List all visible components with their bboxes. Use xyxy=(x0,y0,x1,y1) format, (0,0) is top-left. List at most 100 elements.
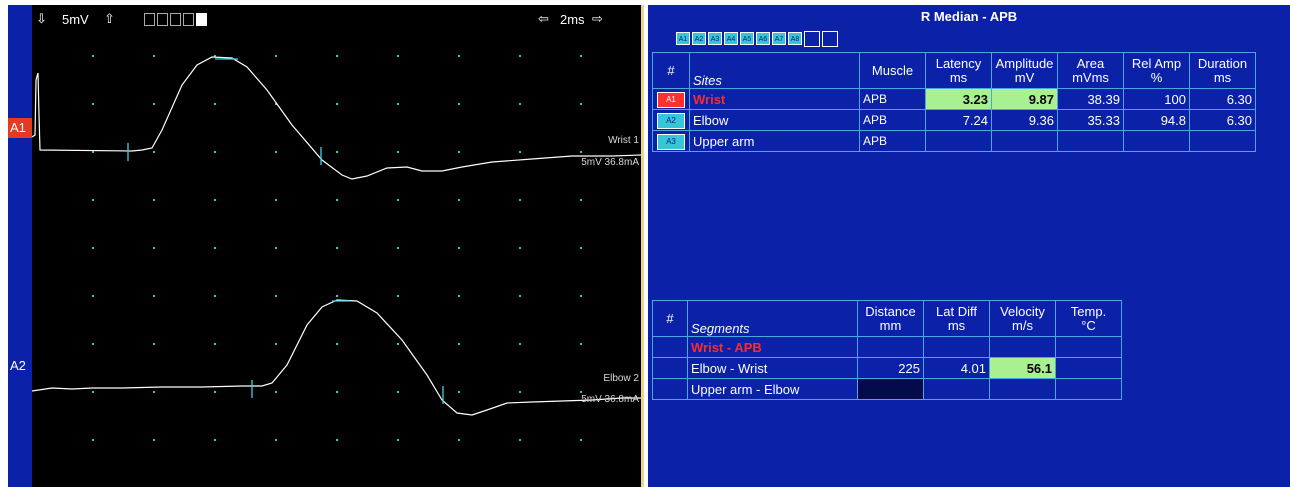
grid-dot xyxy=(336,439,338,441)
grid-dot xyxy=(153,151,155,153)
grid-dot xyxy=(92,247,94,249)
channel-label-a2[interactable]: A2 xyxy=(8,356,32,376)
page-box-5 xyxy=(196,13,207,26)
page-boxes[interactable] xyxy=(144,13,207,26)
header-lat-diff: Lat Diff ms xyxy=(923,300,990,337)
site-latency[interactable]: 3.23 xyxy=(925,88,992,110)
segment-lat-diff xyxy=(923,336,990,358)
grid-dot xyxy=(153,199,155,201)
grid-dot xyxy=(580,439,582,441)
segment-temp[interactable] xyxy=(1055,357,1122,379)
page-box-1 xyxy=(144,13,155,26)
trace1-settings: 5mV 36.8mA xyxy=(581,157,639,168)
site-button-bar: A1 A2 A3 A4 A5 A6 A7 A8 xyxy=(676,31,838,47)
table-row[interactable]: Elbow - Wrist 225 4.01 56.1 xyxy=(652,357,1122,379)
grid-dot xyxy=(92,391,94,393)
grid-dot xyxy=(519,439,521,441)
grid-dot xyxy=(458,439,460,441)
site-button-a1[interactable]: A1 xyxy=(676,32,690,45)
grid-dot xyxy=(153,103,155,105)
grid-dot xyxy=(336,55,338,57)
grid-dot xyxy=(458,247,460,249)
grid-dot xyxy=(214,103,216,105)
grid-dot xyxy=(458,151,460,153)
site-button-empty-2[interactable] xyxy=(822,31,838,47)
grid-dot xyxy=(519,391,521,393)
grid-dot xyxy=(458,103,460,105)
grid-dots xyxy=(92,55,582,441)
segment-distance[interactable]: 225 xyxy=(857,357,924,379)
grid-dot xyxy=(580,247,582,249)
grid-dot xyxy=(92,151,94,153)
grid-dot xyxy=(336,151,338,153)
waveform-panel[interactable]: ⇩ 5mV ⇧ ⇦ 2ms ⇨ Wrist 1 5mV 36.8mA Elbow… xyxy=(32,5,641,487)
site-amplitude[interactable]: 9.36 xyxy=(991,109,1058,131)
site-duration xyxy=(1189,130,1256,152)
segment-velocity: 56.1 xyxy=(989,357,1056,379)
segments-header-row: # Segments Distance mm Lat Diff ms Velocit… xyxy=(652,300,1122,337)
trace-elbow xyxy=(32,299,641,416)
sweep-left-icon[interactable]: ⇦ xyxy=(538,11,549,27)
grid-dot xyxy=(580,199,582,201)
channel-label-a1[interactable]: A1 xyxy=(8,118,32,138)
grid-dot xyxy=(275,151,277,153)
grid-dot xyxy=(275,343,277,345)
header-num: # xyxy=(652,300,688,337)
site-button-a8[interactable]: A8 xyxy=(788,32,802,45)
sensitivity-up-icon[interactable]: ⇧ xyxy=(104,11,115,27)
grid-dot xyxy=(519,247,521,249)
page-box-3 xyxy=(170,13,181,26)
site-button-a4[interactable]: A4 xyxy=(724,32,738,45)
grid-dot xyxy=(336,199,338,201)
segment-velocity xyxy=(989,378,1056,400)
grid-dot xyxy=(336,391,338,393)
segment-name: Wrist - APB xyxy=(687,336,858,358)
waveform-canvas[interactable] xyxy=(32,5,641,487)
site-button-a2[interactable]: A2 xyxy=(692,32,706,45)
grid-dot xyxy=(153,295,155,297)
table-row[interactable]: Wrist - APB xyxy=(652,336,1122,358)
table-row[interactable]: A1 Wrist APB 3.23 9.87 38.39 100 6.30 xyxy=(652,88,1256,110)
sweep-right-icon[interactable]: ⇨ xyxy=(592,11,603,27)
site-button-a6[interactable]: A6 xyxy=(756,32,770,45)
grid-dot xyxy=(519,103,521,105)
segment-lat-diff xyxy=(923,378,990,400)
site-button-a3[interactable]: A3 xyxy=(708,32,722,45)
segment-temp[interactable] xyxy=(1055,336,1122,358)
sites-table: # Sites Muscle Latency ms Amplitude mV Are… xyxy=(652,52,1256,152)
segments-table: # Segments Distance mm Lat Diff ms Velocit… xyxy=(652,300,1122,400)
grid-dot xyxy=(153,247,155,249)
grid-dot xyxy=(153,439,155,441)
site-amplitude[interactable]: 9.87 xyxy=(991,88,1058,110)
table-row[interactable]: Upper arm - Elbow xyxy=(652,378,1122,400)
segment-distance[interactable] xyxy=(857,336,924,358)
grid-dot xyxy=(275,391,277,393)
site-button-a5[interactable]: A5 xyxy=(740,32,754,45)
site-amplitude[interactable] xyxy=(991,130,1058,152)
grid-dot xyxy=(458,391,460,393)
site-chip-a3[interactable]: A3 xyxy=(657,134,685,150)
site-name: Elbow xyxy=(689,109,860,131)
site-button-empty-1[interactable] xyxy=(804,31,820,47)
site-button-a7[interactable]: A7 xyxy=(772,32,786,45)
site-latency[interactable] xyxy=(925,130,992,152)
grid-dot xyxy=(214,199,216,201)
site-chip-a1[interactable]: A1 xyxy=(657,92,685,108)
grid-dot xyxy=(580,343,582,345)
table-row[interactable]: A3 Upper arm APB xyxy=(652,130,1256,152)
site-chip-a2[interactable]: A2 xyxy=(657,113,685,129)
sensitivity-down-icon[interactable]: ⇩ xyxy=(36,11,47,27)
sites-header-row: # Sites Muscle Latency ms Amplitude mV Are… xyxy=(652,52,1256,89)
site-latency[interactable]: 7.24 xyxy=(925,109,992,131)
segment-temp[interactable] xyxy=(1055,378,1122,400)
site-area: 38.39 xyxy=(1057,88,1124,110)
page-box-2 xyxy=(157,13,168,26)
grid-dot xyxy=(397,295,399,297)
grid-dot xyxy=(92,199,94,201)
grid-dot xyxy=(275,55,277,57)
table-row[interactable]: A2 Elbow APB 7.24 9.36 35.33 94.8 6.30 xyxy=(652,109,1256,131)
site-duration: 6.30 xyxy=(1189,109,1256,131)
site-muscle: APB xyxy=(859,88,926,110)
sensitivity-value: 5mV xyxy=(62,12,89,27)
segment-distance[interactable] xyxy=(857,378,924,400)
